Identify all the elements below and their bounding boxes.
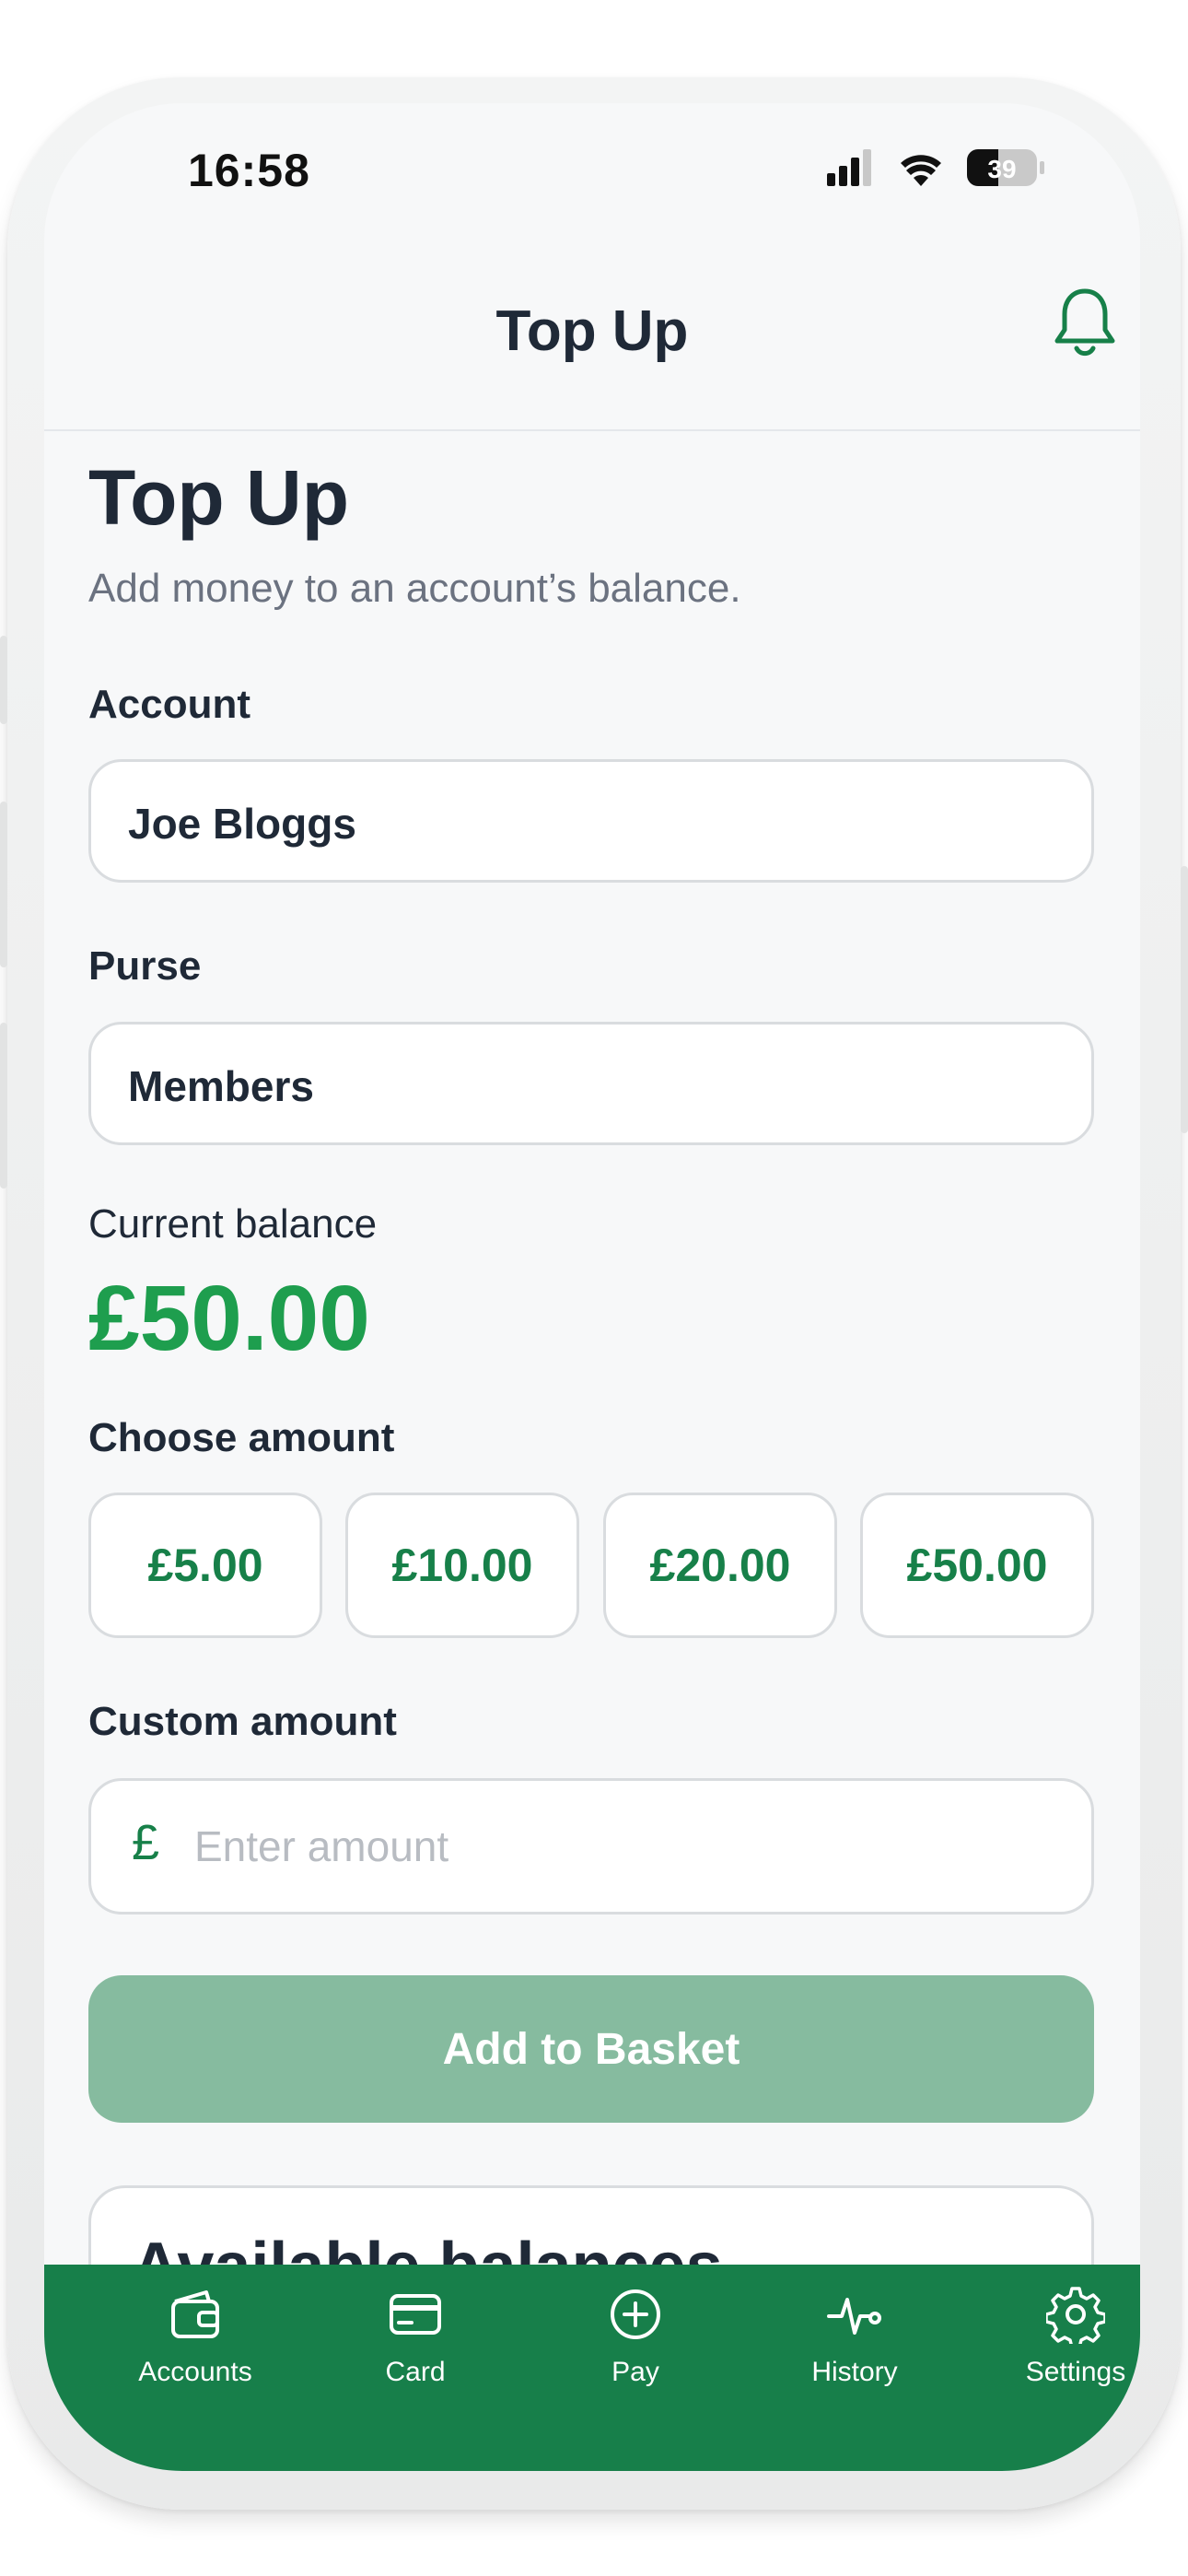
page-subtitle: Add money to an account’s balance. <box>88 566 741 611</box>
bottom-tab-bar: Accounts Card Pay History Settings <box>44 2265 1140 2471</box>
app-screen: 16:58 39 Top Up Top Up Add money to an a… <box>44 103 1140 2471</box>
side-button <box>0 1023 7 1188</box>
status-time: 16:58 <box>188 145 310 196</box>
battery-icon: 39 <box>967 149 1044 186</box>
tab-card[interactable]: Card <box>323 2265 507 2449</box>
amount-option-button[interactable]: £50.00 <box>860 1493 1094 1638</box>
balance-label: Current balance <box>88 1201 378 1247</box>
status-icons: 39 <box>827 149 1044 186</box>
card-icon <box>390 2294 441 2335</box>
notifications-button[interactable] <box>1048 284 1122 363</box>
side-button <box>1181 866 1188 1133</box>
wifi-icon <box>901 155 941 186</box>
plus-circle-icon <box>611 2289 660 2339</box>
tab-label: Accounts <box>138 2357 252 2387</box>
account-label: Account <box>88 682 250 727</box>
purse-field[interactable]: Members <box>88 1022 1094 1145</box>
account-value: Joe Bloggs <box>128 800 356 848</box>
amount-option-button[interactable]: £5.00 <box>88 1493 322 1638</box>
tab-settings[interactable]: Settings <box>984 2265 1140 2449</box>
tab-label: Settings <box>1025 2357 1126 2387</box>
custom-amount-input[interactable] <box>192 1809 1025 1884</box>
tab-label: Card <box>385 2357 446 2387</box>
nav-title: Top Up <box>495 299 689 363</box>
gear-icon <box>1046 2287 1105 2344</box>
amount-option-button[interactable]: £20.00 <box>603 1493 837 1638</box>
nav-divider <box>44 429 1140 431</box>
tab-label: History <box>811 2357 898 2387</box>
activity-icon <box>827 2298 881 2335</box>
bell-icon <box>1054 288 1115 357</box>
tab-label: Pay <box>611 2357 659 2387</box>
add-to-basket-button[interactable]: Add to Basket <box>88 1975 1094 2123</box>
page-title: Top Up <box>88 454 350 541</box>
tab-history[interactable]: History <box>763 2265 947 2449</box>
choose-amount-label: Choose amount <box>88 1415 395 1460</box>
side-button <box>0 802 7 967</box>
signal-icon <box>827 149 871 186</box>
side-button <box>0 636 7 724</box>
custom-amount-label: Custom amount <box>88 1699 397 1744</box>
purse-label: Purse <box>88 943 202 989</box>
purse-value: Members <box>128 1062 314 1110</box>
wallet-icon <box>171 2290 219 2338</box>
custom-amount-field[interactable]: £ <box>88 1778 1094 1914</box>
battery-level: 39 <box>987 155 1016 183</box>
balance-value: £50.00 <box>88 1267 370 1370</box>
amount-option-button[interactable]: £10.00 <box>345 1493 579 1638</box>
pound-icon: £ <box>132 1815 160 1870</box>
tab-pay[interactable]: Pay <box>543 2265 728 2449</box>
tab-accounts[interactable]: Accounts <box>103 2265 287 2449</box>
account-field[interactable]: Joe Bloggs <box>88 759 1094 883</box>
